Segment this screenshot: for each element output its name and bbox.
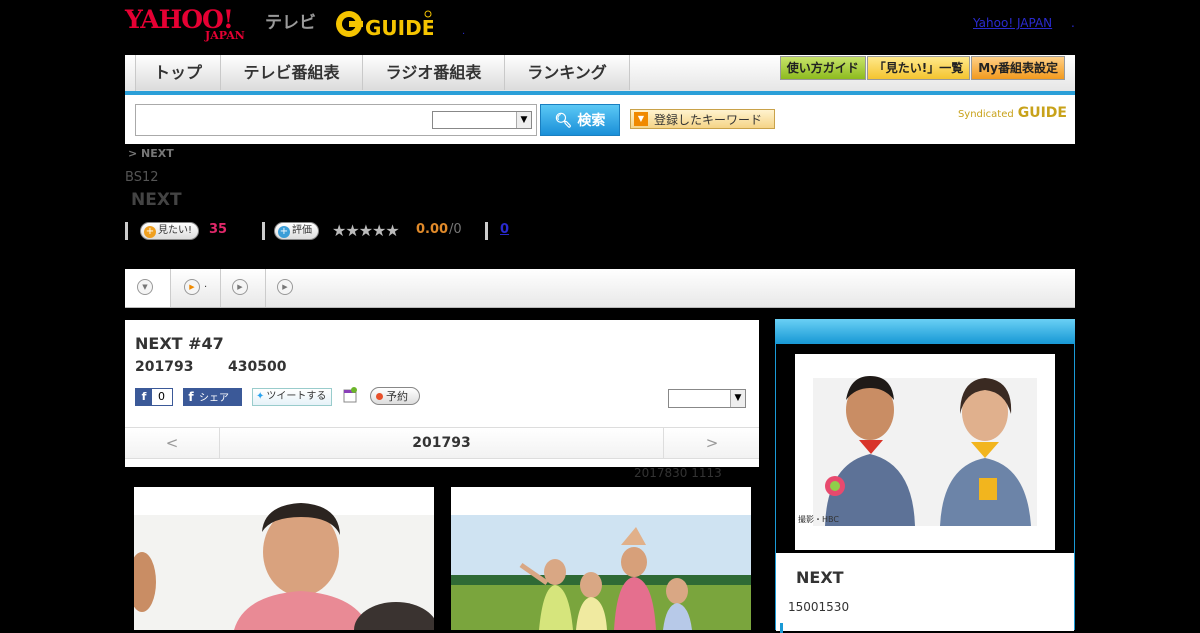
yahoo-logo[interactable]: YAHOO! JAPAN [125, 5, 260, 43]
syndicated-logo-text: GUIDE [1017, 105, 1067, 121]
header-link-dot: . [1071, 16, 1075, 30]
nav-tab-tv-schedule[interactable]: テレビ番組表 [221, 55, 363, 90]
program-main-photo: 撮影・HBC [795, 354, 1055, 550]
channel-name: BS12 [125, 170, 159, 185]
search-bar: ▼ 🔍︎ 検索 ▼ 登録したキーワード Syndicated GUIDE [125, 95, 1075, 144]
tweet-label: ツイートする [266, 391, 327, 402]
episode-select[interactable]: ▼ [668, 389, 746, 408]
updated-timestamp: 2017830 1113 [634, 466, 722, 480]
mitai-list-button[interactable]: 「見たい!」一覧 [866, 56, 971, 80]
nav-tab-top[interactable]: トップ [136, 55, 221, 90]
side-program-info: NEXT 15001530 [776, 553, 1074, 633]
play-icon: ▶ [184, 279, 200, 295]
current-episode-date: 201793 [412, 435, 471, 451]
chevron-down-icon: ▼ [516, 112, 531, 128]
facebook-like-button[interactable]: f0 [135, 388, 173, 406]
breadcrumb: > NEXT [128, 147, 174, 160]
yahoo-logo-sub: JAPAN [205, 29, 245, 42]
play-icon: ▶ [232, 279, 248, 295]
next-episode-button[interactable]: > [663, 428, 760, 458]
side-program-title: NEXT [796, 568, 844, 587]
episode-navigation: < 201793 > [125, 427, 759, 459]
rating-stars: ★★★★★ [332, 221, 400, 240]
rating-score: 0.00 [416, 222, 449, 237]
episode-card: NEXT #47 201793 430500 f0 f シェア ✦ ツイートする 予… [125, 320, 759, 467]
tab-info[interactable]: ▼ [125, 269, 171, 307]
photo-credit: 撮影・HBC [798, 514, 839, 524]
nav-tabs: トップ テレビ番組表 ラジオ番組表 ランキング [135, 55, 630, 91]
tv-label: テレビ [265, 13, 316, 33]
tab-episodes[interactable]: ▶ . [170, 269, 221, 307]
content-tabs: ▼ ▶ . ▶ ▶ [125, 269, 1075, 308]
nav-tab-ranking[interactable]: ランキング [505, 55, 630, 90]
nav-buttons: 使い方ガイド 「見たい!」一覧 My番組表設定 [779, 56, 1065, 80]
rating-max: /0 [449, 222, 462, 237]
program-title: NEXT [131, 190, 182, 210]
tab-cast[interactable]: ▶ [220, 269, 266, 307]
program-actions: + 見たい! 35 + 評価 ★★★★★ 0.00 /0 0 [125, 221, 725, 241]
record-icon [376, 393, 383, 400]
episode-photo-1 [134, 487, 434, 630]
yahoo-japan-link[interactable]: Yahoo! JAPAN [973, 16, 1052, 30]
facebook-share-button[interactable]: f シェア [183, 388, 242, 406]
divider [262, 222, 265, 240]
reserve-label: 予約 [386, 390, 408, 403]
mitai-count: 35 [209, 222, 228, 237]
side-panel: 撮影・HBC NEXT 15001530 [775, 343, 1075, 633]
triangle-down-icon: ▼ [634, 112, 648, 126]
usage-guide-button[interactable]: 使い方ガイド [779, 56, 866, 80]
reserve-button[interactable]: 予約 [370, 387, 420, 405]
tab-other[interactable]: ▶ [265, 269, 295, 307]
facebook-count: 0 [158, 390, 165, 403]
search-button[interactable]: 🔍︎ 検索 [540, 104, 620, 136]
side-panel-header [775, 319, 1075, 343]
nav-tab-radio-schedule[interactable]: ラジオ番組表 [363, 55, 505, 90]
registered-keywords-button[interactable]: ▼ 登録したキーワード [630, 109, 775, 129]
side-program-time: 15001530 [788, 600, 850, 614]
episode-title: NEXT #47 [135, 334, 224, 353]
header-dot: . [462, 26, 466, 37]
syndicated-label: Syndicated [957, 109, 1014, 120]
episode-photo-2 [451, 487, 751, 630]
registered-keywords-label: 登録したキーワード [654, 113, 763, 127]
twitter-bird-icon: ✦ [256, 391, 265, 402]
prev-episode-button[interactable]: < [125, 428, 220, 458]
plus-icon: + [144, 226, 156, 238]
facebook-share-label: シェア [199, 393, 229, 404]
chevron-down-icon: ▼ [730, 390, 745, 407]
global-nav: トップ テレビ番組表 ラジオ番組表 ランキング 使い方ガイド 「見たい!」一覧 … [125, 55, 1075, 95]
divider [485, 222, 488, 240]
facebook-icon: f [136, 389, 152, 405]
episode-time: 430500 [228, 359, 287, 375]
syndicated-guide-logo: Syndicated GUIDE [958, 105, 1067, 121]
mitai-label: 見たい! [158, 225, 193, 236]
search-button-label: 検索 [577, 113, 606, 129]
divider [125, 222, 128, 240]
rate-button[interactable]: + 評価 [274, 222, 319, 240]
search-icon: 🔍︎ [554, 113, 573, 129]
episode-date: 201793 [135, 359, 194, 375]
section-marker [780, 623, 783, 633]
plus-icon: + [278, 226, 290, 238]
calendar-add-icon[interactable] [343, 387, 357, 403]
g-guide-logo-text: GUIDE [365, 16, 433, 40]
chevron-down-icon: ▼ [137, 279, 153, 295]
my-schedule-settings-button[interactable]: My番組表設定 [971, 56, 1065, 80]
mitai-button[interactable]: + 見たい! [140, 222, 200, 240]
rate-label: 評価 [292, 225, 312, 236]
facebook-icon: f [188, 390, 194, 404]
search-category-select[interactable]: ▼ [432, 111, 532, 129]
g-guide-logo[interactable]: GUIDE [335, 8, 435, 40]
play-icon: ▶ [277, 279, 293, 295]
tab-episodes-label: . [204, 279, 208, 290]
review-count-link[interactable]: 0 [500, 222, 509, 237]
tweet-button[interactable]: ✦ ツイートする [252, 388, 332, 406]
